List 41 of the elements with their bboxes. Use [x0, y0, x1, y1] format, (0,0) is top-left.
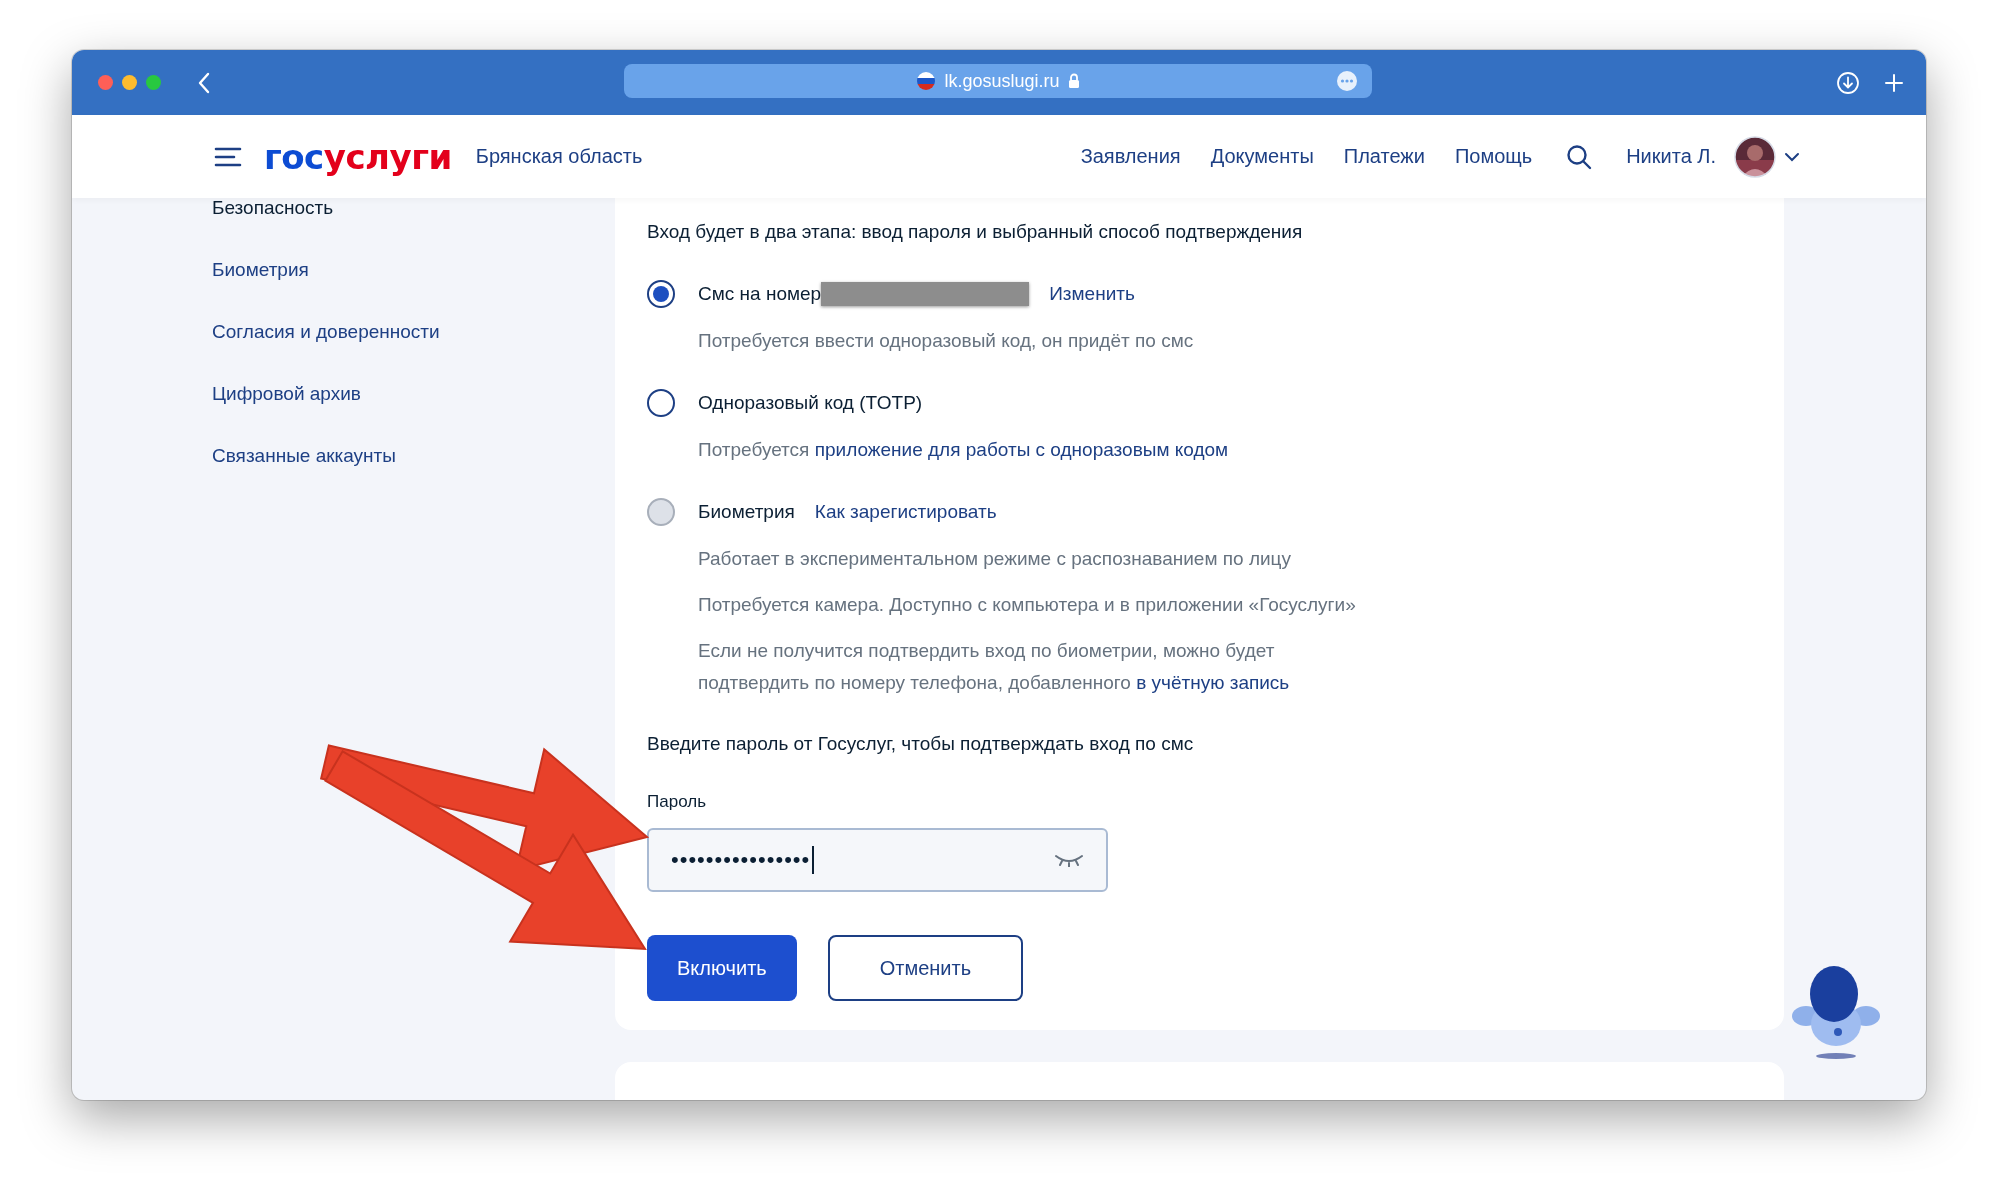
- lock-icon: [1067, 73, 1080, 89]
- sidebar-link[interactable]: Согласия и доверенности: [212, 322, 615, 342]
- nav-link[interactable]: Платежи: [1343, 145, 1425, 168]
- field-label: Пароль: [647, 791, 707, 813]
- sidebar-link[interactable]: Безопасность: [212, 198, 615, 218]
- eye-closed-icon[interactable]: [1054, 853, 1084, 867]
- chevron-down-icon[interactable]: [1784, 151, 1800, 162]
- radio-button[interactable]: [647, 389, 675, 417]
- intro-text: Вход будет в два этапа: ввод пароля и выбранный способ подтверждения: [647, 220, 1304, 244]
- menu-icon[interactable]: [214, 145, 242, 168]
- sidebar-link[interactable]: Цифровой архив: [212, 384, 615, 404]
- password-field[interactable]: ••••••••••••••••: [647, 828, 1108, 892]
- option-link[interactable]: Изменить: [1049, 283, 1135, 305]
- option-label[interactable]: Смс на номер: [698, 283, 822, 305]
- search-icon[interactable]: [1566, 143, 1593, 170]
- prompt-text: Введите пароль от Госуслуг, чтобы подтверждать вход по смс: [647, 732, 1195, 756]
- hint-text: Если не получится подтвердить вход по биометрии, можно будет подтвердить по номеру телефона, добавленного в учётную запись: [698, 639, 1291, 695]
- hint-text: Потребуется камера. Доступно с компьютера и в приложении «Госуслуги»: [698, 593, 1357, 617]
- sidebar-link[interactable]: Биометрия: [212, 260, 615, 280]
- cancel-button[interactable]: Отменить: [827, 935, 1024, 1001]
- enable-button[interactable]: Включить: [647, 935, 797, 1001]
- hint-text: Работает в экспериментальном режиме с распознаванием по лицу: [698, 547, 1292, 571]
- back-icon[interactable]: [197, 71, 211, 94]
- user-name[interactable]: Никита Л.: [1626, 145, 1716, 168]
- nav-link[interactable]: Документы: [1210, 145, 1314, 168]
- sidebar-link[interactable]: Связанные аккаунты: [212, 446, 615, 466]
- nav-link[interactable]: Заявления: [1080, 145, 1181, 168]
- url-text: lk.gosuslugi.ru: [944, 70, 1060, 92]
- minimize-window-button[interactable]: [122, 75, 137, 90]
- nav-link[interactable]: Помощь: [1454, 145, 1533, 168]
- hint-text: Потребуется приложение для работы с одноразовым кодом: [698, 438, 1230, 462]
- avatar[interactable]: [1734, 135, 1776, 178]
- new-tab-icon[interactable]: [1884, 72, 1904, 93]
- flag-icon: [916, 71, 937, 91]
- hint-text: Потребуется ввести одноразовый код, он придёт по смс: [698, 329, 1195, 353]
- region-link[interactable]: Брянская область: [475, 145, 643, 168]
- download-icon[interactable]: [1836, 70, 1860, 95]
- hint-link[interactable]: приложение для работы с одноразовым кодом: [814, 439, 1229, 460]
- radio-button[interactable]: [647, 280, 675, 308]
- option-label[interactable]: Одноразовый код (TOTP): [698, 392, 923, 414]
- logo[interactable]: госуслуги: [264, 136, 452, 177]
